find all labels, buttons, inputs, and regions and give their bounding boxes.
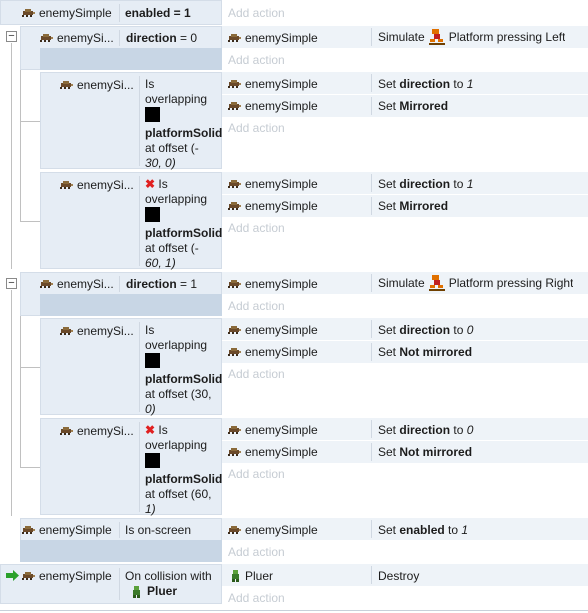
action-text: Set Mirrored <box>378 199 449 213</box>
collapse-toggle[interactable]: − <box>6 31 17 42</box>
add-action-button[interactable]: Add action <box>228 545 285 559</box>
action-object: enemySimple <box>228 423 318 437</box>
event-2-object: enemySi... <box>40 31 114 45</box>
condition-text: ✖ Is overlapping platformSolid at offset… <box>145 177 223 270</box>
event-5-object: enemySimple <box>22 569 112 583</box>
event-2a-object: enemySi... <box>60 78 134 92</box>
enemy-sprite-icon <box>228 348 241 356</box>
enemy-sprite-icon <box>228 180 241 188</box>
condition-text: Is on-screen <box>125 523 192 537</box>
action-object: enemySimple <box>228 277 318 291</box>
action-text: Set direction to 0 <box>378 323 474 337</box>
enemy-sprite-icon <box>228 526 241 534</box>
enemy-sprite-icon <box>228 80 241 88</box>
red-x-icon: ✖ <box>145 423 156 437</box>
condition-text: On collision with Pluer <box>125 569 212 598</box>
player-sprite-icon <box>232 570 239 582</box>
enemy-sprite-icon <box>60 427 73 435</box>
action-object: Pluer <box>230 569 273 583</box>
action-object: enemySimple <box>228 31 318 45</box>
enemy-sprite-icon <box>228 202 241 210</box>
enemy-sprite-icon <box>228 426 241 434</box>
action-text: Destroy <box>378 569 420 583</box>
action-object: enemySimple <box>228 199 318 213</box>
add-action-button[interactable]: Add action <box>228 121 285 135</box>
object-name: enemySimple <box>39 6 112 20</box>
event-3a-object: enemySi... <box>60 324 134 338</box>
event-4-object: enemySimple <box>22 523 112 537</box>
action-text: Set Not mirrored <box>378 445 473 459</box>
add-action-button[interactable]: Add action <box>228 367 285 381</box>
condition-text: ✖ Is overlapping platformSolid at offset… <box>145 423 223 516</box>
player-sprite-icon <box>133 585 140 598</box>
add-action-button[interactable]: Add action <box>228 221 285 235</box>
action-text: Simulate Platform pressing Left <box>378 29 566 45</box>
enemy-sprite-icon <box>22 572 35 580</box>
platform-solid-thumbnail <box>145 107 160 122</box>
enemy-sprite-icon <box>40 34 53 42</box>
action-object: enemySimple <box>228 445 318 459</box>
action-text: Set enabled to 1 <box>378 523 469 537</box>
action-object: enemySimple <box>228 345 318 359</box>
enemy-sprite-icon <box>228 280 241 288</box>
enemy-sprite-icon <box>22 9 35 17</box>
action-text: Simulate Platform pressing Right <box>378 275 574 291</box>
condition-text: Is overlapping platformSolid at offset (… <box>145 77 223 170</box>
enemy-sprite-icon <box>228 448 241 456</box>
enemy-sprite-icon <box>60 81 73 89</box>
enemy-sprite-icon <box>40 280 53 288</box>
platform-solid-thumbnail <box>145 453 160 468</box>
add-action-button[interactable]: Add action <box>228 591 285 605</box>
enemy-sprite-icon <box>228 34 241 42</box>
platform-solid-thumbnail <box>145 207 160 222</box>
event-3b-object: enemySi... <box>60 424 134 438</box>
enemy-sprite-icon <box>60 327 73 335</box>
add-action-button[interactable]: Add action <box>228 467 285 481</box>
action-object: enemySimple <box>228 177 318 191</box>
action-text: Set direction to 1 <box>378 77 474 91</box>
event-1-object: enemySimple <box>22 6 112 20</box>
collapse-toggle[interactable]: − <box>6 278 17 289</box>
object-name: enemySi... <box>57 31 114 45</box>
enemy-sprite-icon <box>228 326 241 334</box>
action-object: enemySimple <box>228 77 318 91</box>
action-text: Set Mirrored <box>378 99 449 113</box>
add-action-button[interactable]: Add action <box>228 299 285 313</box>
red-x-icon: ✖ <box>145 177 156 191</box>
action-object: enemySimple <box>228 99 318 113</box>
platform-solid-thumbnail <box>145 353 160 368</box>
condition-text: enabled = 1 <box>125 6 191 20</box>
add-action-button[interactable]: Add action <box>228 53 285 67</box>
condition-text: direction = 1 <box>126 277 198 291</box>
enemy-sprite-icon <box>60 181 73 189</box>
condition-text: direction = 0 <box>126 31 198 45</box>
action-object: enemySimple <box>228 323 318 337</box>
condition-text: Is overlapping platformSolid at offset (… <box>145 323 223 416</box>
enemy-sprite-icon <box>228 102 241 110</box>
add-action-button[interactable]: Add action <box>228 6 285 20</box>
platform-behavior-icon <box>428 29 445 45</box>
event-3-object: enemySi... <box>40 277 114 291</box>
platform-behavior-icon <box>428 275 445 291</box>
action-text: Set Not mirrored <box>378 345 473 359</box>
action-text: Set direction to 0 <box>378 423 474 437</box>
action-object: enemySimple <box>228 523 318 537</box>
enemy-sprite-icon <box>22 526 35 534</box>
event-2b-object: enemySi... <box>60 178 134 192</box>
trigger-arrow-icon <box>6 570 19 584</box>
action-text: Set direction to 1 <box>378 177 474 191</box>
